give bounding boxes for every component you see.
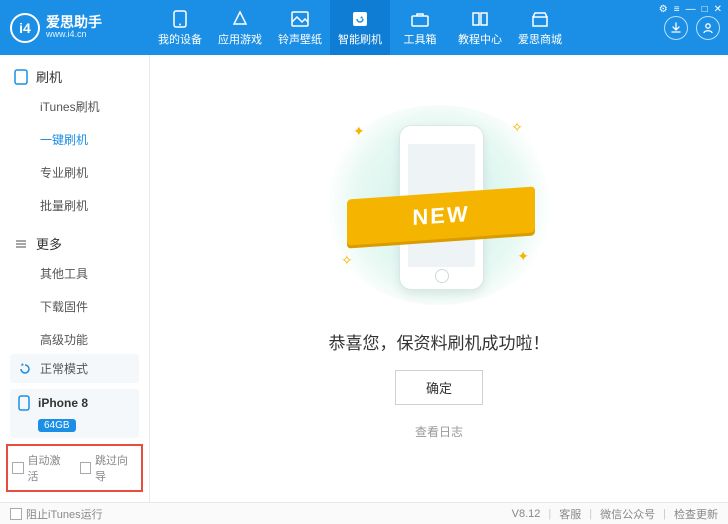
tab-label: 智能刷机	[338, 31, 382, 47]
view-log-link[interactable]: 查看日志	[415, 423, 463, 440]
options-row: 自动激活 跳过向导	[6, 444, 143, 492]
wallpaper-icon	[291, 9, 309, 29]
footer-link-wechat[interactable]: 微信公众号	[600, 506, 655, 522]
sidebar: 刷机 iTunes刷机 一键刷机 专业刷机 批量刷机 更多 其他工具 下载固件 …	[0, 55, 150, 502]
mode-row[interactable]: 正常模式	[10, 354, 139, 383]
menu-icon[interactable]: ≡	[674, 4, 680, 15]
settings-icon[interactable]: ⚙	[659, 4, 668, 15]
book-icon	[471, 9, 489, 29]
sidebar-item-oneclick-flash[interactable]: 一键刷机	[0, 123, 149, 156]
tab-apps[interactable]: 应用游戏	[210, 0, 270, 55]
device-icon	[14, 69, 28, 85]
checkbox-label: 自动激活	[28, 452, 70, 484]
checkbox-label: 跳过向导	[95, 452, 137, 484]
checkbox-label: 阻止iTunes运行	[26, 506, 103, 522]
device-name: iPhone 8	[38, 396, 88, 410]
tab-label: 我的设备	[158, 31, 202, 47]
tab-my-device[interactable]: 我的设备	[150, 0, 210, 55]
flash-icon	[351, 9, 369, 29]
close-icon[interactable]: ✕	[714, 4, 722, 15]
sparkle-icon: ✦	[353, 123, 365, 140]
window-controls: ⚙ ≡ — □ ✕	[659, 4, 722, 15]
sparkle-icon: ✧	[341, 252, 353, 269]
header: i4 爱思助手 www.i4.cn 我的设备 应用游戏 铃声壁纸 智能刷机 工具…	[0, 0, 728, 55]
footer: 阻止iTunes运行 V8.12 | 客服 | 微信公众号 | 检查更新	[0, 502, 728, 524]
mode-label: 正常模式	[40, 360, 88, 377]
refresh-icon	[18, 362, 32, 376]
footer-link-update[interactable]: 检查更新	[674, 506, 718, 522]
footer-link-support[interactable]: 客服	[559, 506, 581, 522]
tab-tutorials[interactable]: 教程中心	[450, 0, 510, 55]
sidebar-item-pro-flash[interactable]: 专业刷机	[0, 156, 149, 189]
brand: i4 爱思助手 www.i4.cn	[0, 0, 150, 55]
top-tabs: 我的设备 应用游戏 铃声壁纸 智能刷机 工具箱 教程中心 爱思商城	[150, 0, 664, 55]
tab-store[interactable]: 爱思商城	[510, 0, 570, 55]
brand-logo-icon: i4	[10, 13, 40, 43]
more-icon	[14, 237, 28, 251]
version-label: V8.12	[512, 508, 541, 520]
phone-icon	[173, 9, 187, 29]
storage-badge: 64GB	[38, 419, 76, 432]
success-illustration: ✦ ✧ ✧ ✦ NEW	[319, 105, 559, 305]
maximize-icon[interactable]: □	[702, 4, 708, 15]
tab-toolbox[interactable]: 工具箱	[390, 0, 450, 55]
tab-ringtones[interactable]: 铃声壁纸	[270, 0, 330, 55]
sidebar-section-more: 更多	[0, 222, 149, 257]
sidebar-section-title: 更多	[36, 234, 62, 253]
tab-label: 工具箱	[404, 31, 437, 47]
auto-activate-checkbox[interactable]: 自动激活	[12, 452, 70, 484]
phone-small-icon	[18, 395, 30, 411]
tab-label: 应用游戏	[218, 31, 262, 47]
apps-icon	[231, 9, 249, 29]
store-icon	[531, 9, 549, 29]
minimize-icon[interactable]: —	[686, 4, 696, 15]
download-button[interactable]	[664, 16, 688, 40]
user-button[interactable]	[696, 16, 720, 40]
skip-guide-checkbox[interactable]: 跳过向导	[80, 452, 138, 484]
sidebar-item-batch-flash[interactable]: 批量刷机	[0, 189, 149, 222]
success-message: 恭喜您，保资料刷机成功啦！	[329, 329, 550, 354]
tab-label: 铃声壁纸	[278, 31, 322, 47]
tab-label: 爱思商城	[518, 31, 562, 47]
brand-title: 爱思助手	[46, 15, 102, 29]
sidebar-item-itunes-flash[interactable]: iTunes刷机	[0, 90, 149, 123]
block-itunes-checkbox[interactable]: 阻止iTunes运行	[10, 506, 103, 522]
tab-flash[interactable]: 智能刷机	[330, 0, 390, 55]
ok-button[interactable]: 确定	[395, 370, 483, 405]
sparkle-icon: ✧	[511, 119, 523, 136]
sparkle-icon: ✦	[517, 248, 529, 265]
sidebar-section-flash: 刷机	[0, 55, 149, 90]
brand-subtitle: www.i4.cn	[46, 29, 102, 40]
sidebar-item-other-tools[interactable]: 其他工具	[0, 257, 149, 290]
tab-label: 教程中心	[458, 31, 502, 47]
sidebar-item-download-fw[interactable]: 下载固件	[0, 290, 149, 323]
sidebar-section-title: 刷机	[36, 67, 62, 86]
toolbox-icon	[411, 9, 429, 29]
device-row[interactable]: iPhone 8 64GB	[10, 389, 139, 438]
main-panel: ✦ ✧ ✧ ✦ NEW 恭喜您，保资料刷机成功啦！ 确定 查看日志	[150, 55, 728, 502]
